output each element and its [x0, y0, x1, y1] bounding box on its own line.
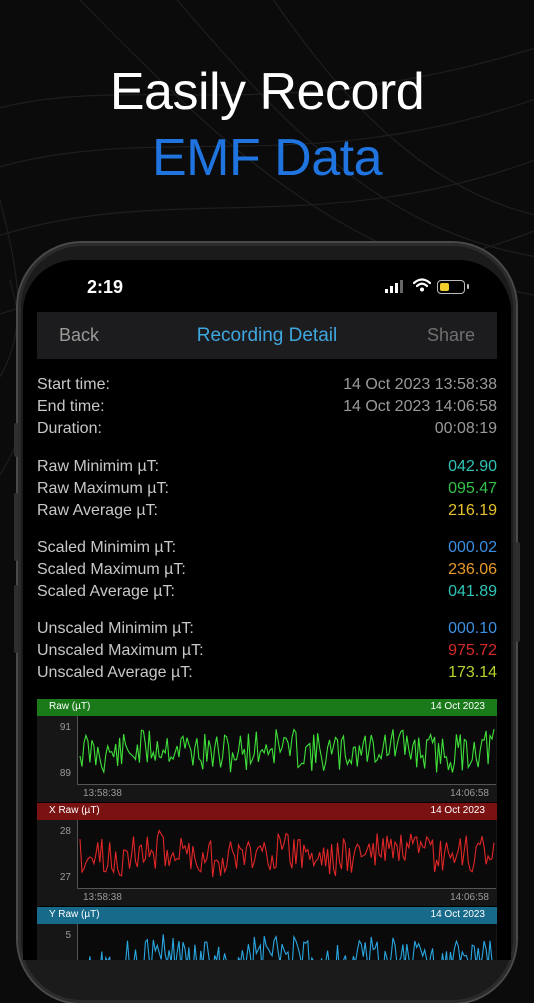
cellular-signal-icon [385, 280, 403, 293]
battery-icon [437, 280, 465, 294]
chart-title: Raw (µT) [49, 701, 91, 712]
summary-row: Raw Maximum µT: 095.47 [37, 480, 497, 502]
chart-svg [88, 934, 493, 960]
x-tick-label: 14:06:58 [450, 892, 489, 903]
phone-side-button [14, 493, 18, 561]
y-tick-label: 5 [65, 930, 71, 941]
summary-label: End time: [37, 398, 105, 415]
chart-body: 91 89 13:58:38 14:06:58 [37, 716, 497, 802]
summary-value: 00:08:19 [434, 420, 497, 437]
summary-label: Unscaled Minimim µT: [37, 620, 194, 637]
phone-side-button [14, 423, 18, 457]
chart-title: Y Raw (µT) [49, 909, 100, 920]
share-button[interactable]: Share [427, 325, 475, 346]
summary-row: Raw Average µT: 216.19 [37, 502, 497, 524]
x-tick-label: 14:06:58 [450, 788, 489, 799]
summary-row: Duration: 00:08:19 [37, 420, 497, 442]
chart-date: 14 Oct 2023 [430, 805, 485, 816]
summary-value: 173.14 [448, 664, 497, 681]
battery-tip [467, 284, 469, 289]
chart-header: Raw (µT) 14 Oct 2023 [37, 699, 497, 716]
wifi-icon [413, 278, 431, 292]
chart-panel: X Raw (µT) 14 Oct 2023 28 27 13:58:38 14:06:5… [37, 803, 497, 907]
headline-line-2: EMF Data [151, 129, 383, 187]
navigation-bar: Back Recording Detail Share [37, 312, 497, 359]
summary-label: Scaled Minimim µT: [37, 539, 177, 556]
chart-plot-area [77, 820, 496, 889]
x-tick-label: 13:58:38 [83, 892, 122, 903]
x-tick-label: 13:58:38 [83, 788, 122, 799]
summary-value: 14 Oct 2023 13:58:38 [343, 376, 497, 393]
chart-panel: Y Raw (µT) 14 Oct 2023 5 [37, 907, 497, 960]
summary-row: Scaled Maximum µT: 236.06 [37, 561, 497, 583]
chart-plot-area [77, 716, 496, 785]
y-tick-label: 91 [59, 722, 71, 733]
summary-value: 14 Oct 2023 14:06:58 [343, 398, 497, 415]
chart-date: 14 Oct 2023 [430, 701, 485, 712]
chart-series-line [88, 934, 493, 960]
summary-label: Raw Maximum µT: [37, 480, 169, 497]
chart-title: X Raw (µT) [49, 805, 100, 816]
phone-screen: 2:19 Back Recording Detail Share Start t… [23, 260, 511, 960]
summary-row: Unscaled Maximum µT: 975.72 [37, 642, 497, 664]
summary-value: 095.47 [448, 480, 497, 497]
summary-row: Scaled Minimim µT: 000.02 [37, 539, 497, 561]
phone-power-button [516, 542, 520, 642]
summary-label: Scaled Average µT: [37, 583, 175, 600]
summary-label: Raw Average µT: [37, 502, 158, 519]
summary-value: 216.19 [448, 502, 497, 519]
chart-panel: Raw (µT) 14 Oct 2023 91 89 13:58:38 14:06:58 [37, 699, 497, 803]
y-tick-label: 27 [59, 872, 71, 883]
summary-row: Start time: 14 Oct 2023 13:58:38 [37, 376, 497, 398]
phone-side-button [14, 585, 18, 653]
y-tick-label: 28 [59, 826, 71, 837]
summary-label: Start time: [37, 376, 110, 393]
y-tick-label: 89 [59, 768, 71, 779]
summary-label: Unscaled Maximum µT: [37, 642, 204, 659]
summary-value: 041.89 [448, 583, 497, 600]
chart-series-line [79, 829, 495, 878]
chart-body: 5 [37, 924, 497, 960]
summary-label: Unscaled Average µT: [37, 664, 193, 681]
summary-label: Duration: [37, 420, 102, 437]
summary-value: 000.02 [448, 539, 497, 556]
headline-line-1: Easily Record [109, 63, 425, 121]
chart-body: 28 27 13:58:38 14:06:58 [37, 820, 497, 906]
status-time: 2:19 [87, 277, 124, 297]
summary-value: 000.10 [448, 620, 497, 637]
chart-svg [79, 829, 495, 878]
summary-value: 042.90 [448, 458, 497, 475]
summary-value: 975.72 [448, 642, 497, 659]
chart-header: Y Raw (µT) 14 Oct 2023 [37, 907, 497, 924]
summary-row: End time: 14 Oct 2023 14:06:58 [37, 398, 497, 420]
summary-row: Unscaled Minimim µT: 000.10 [37, 620, 497, 642]
chart-series-line [79, 728, 495, 775]
chart-header: X Raw (µT) 14 Oct 2023 [37, 803, 497, 820]
summary-row: Scaled Average µT: 041.89 [37, 583, 497, 605]
summary-value: 236.06 [448, 561, 497, 578]
chart-plot-area [77, 924, 496, 960]
summary-row: Unscaled Average µT: 173.14 [37, 664, 497, 686]
chart-svg [79, 728, 495, 775]
summary-label: Scaled Maximum µT: [37, 561, 186, 578]
status-bar: 2:19 [23, 260, 511, 316]
summary-row: Raw Minimim µT: 042.90 [37, 458, 497, 480]
chart-date: 14 Oct 2023 [430, 909, 485, 920]
summary-label: Raw Minimim µT: [37, 458, 160, 475]
